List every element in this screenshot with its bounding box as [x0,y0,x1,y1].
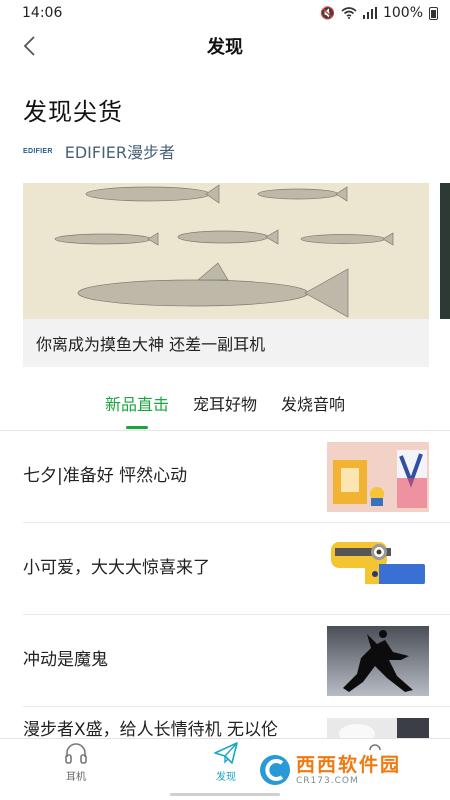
tab-audiophile-speakers[interactable]: 发烧音响 [281,386,345,430]
paper-plane-icon [214,742,238,764]
list-item[interactable]: 冲动是魔鬼 [23,615,450,707]
article-title: 小可爱，大大大惊喜来了 [23,558,210,578]
article-list: 七夕|准备好 怦然心动 小可爱，大大大惊喜来了 冲动是魔鬼 漫步者X盛，给人长情… [0,431,450,767]
watermark-name: 西西软件园 [296,754,402,776]
battery-icon [429,6,438,20]
banner-next-peek[interactable] [440,183,450,319]
battery-percent: 100% [382,5,423,21]
brand-logo: EDIFIER [23,147,53,155]
wifi-icon [341,7,357,19]
status-time: 14:06 [22,5,63,21]
banner-caption: 你离成为摸鱼大神 还差一副耳机 [36,335,266,354]
home-indicator [170,793,280,796]
watermark-text: 西西软件园 CR173.COM [296,754,401,786]
chevron-left-icon [23,36,35,56]
site-watermark: 西西软件园 CR173.COM [254,750,432,790]
tab-ear-goodies[interactable]: 宠耳好物 [193,386,257,430]
nav-bar: 发现 [0,26,450,66]
back-button[interactable] [14,30,44,62]
tab-discover[interactable]: 发现 [191,739,261,791]
brand-name: EDIFIER漫步者 [64,143,176,162]
brand-row[interactable]: EDIFIER EDIFIER漫步者 [23,140,175,162]
tab-discover-label: 发现 [216,772,236,783]
signal-icon [362,7,377,19]
tab-new-products[interactable]: 新品直击 [105,386,169,430]
banner-fish-illustration [23,183,429,319]
list-item[interactable]: 七夕|准备好 怦然心动 [23,431,450,523]
category-tabs: 新品直击 宠耳好物 发烧音响 [0,386,450,430]
status-icons: 🔇 100% [320,5,438,21]
list-item[interactable]: 小可爱，大大大惊喜来了 [23,523,450,615]
watermark-logo-icon [260,755,290,785]
tab-headphones[interactable]: 耳机 [41,739,111,791]
headphones-icon [65,743,87,764]
jumping-silhouette-thumbnail [327,626,429,696]
banner-card[interactable]: 你离成为摸鱼大神 还差一副耳机 [23,183,429,367]
tab-headphones-label: 耳机 [66,772,86,783]
article-title: 七夕|准备好 怦然心动 [23,466,188,486]
minion-speaker-thumbnail [327,534,429,604]
section-title: 发现尖货 [23,98,123,126]
article-title: 冲动是魔鬼 [23,650,108,670]
gift-box-thumbnail [327,442,429,512]
page-title: 发现 [207,37,243,58]
status-bar: 14:06 🔇 100% [0,0,450,26]
mute-icon: 🔇 [320,6,335,20]
watermark-domain: CR173.COM [296,776,359,786]
